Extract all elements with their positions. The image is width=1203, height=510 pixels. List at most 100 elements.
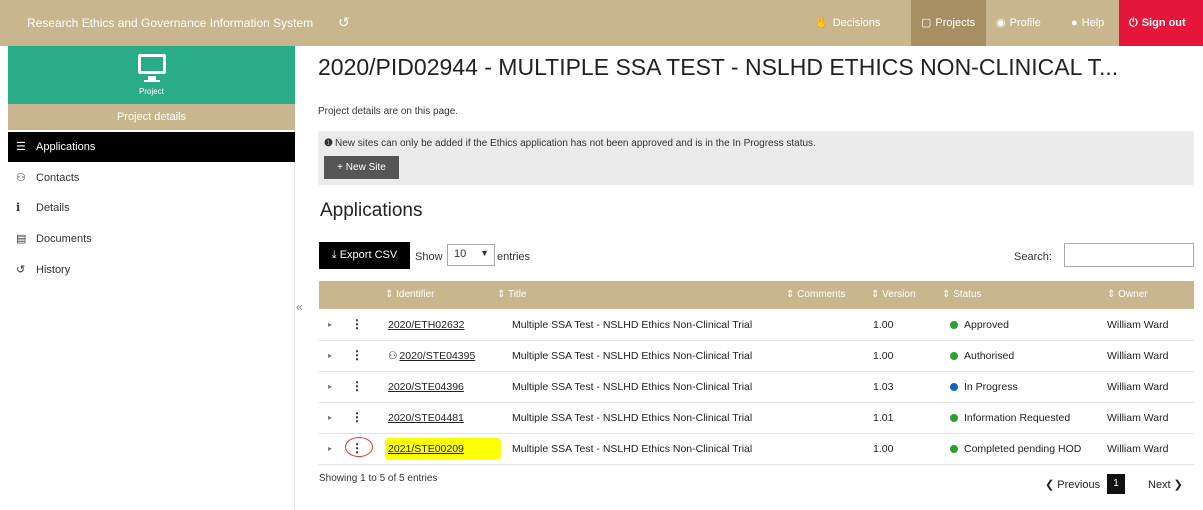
monitor-icon: ▢ bbox=[921, 17, 932, 29]
sidebar-item-details[interactable]: i Details bbox=[8, 193, 295, 223]
row-actions-icon[interactable]: ⋮ bbox=[351, 348, 363, 362]
app-title[interactable]: Research Ethics and Governance Informati… bbox=[27, 16, 313, 30]
row-title: Multiple SSA Test - NSLHD Ethics Non-Cli… bbox=[512, 381, 753, 393]
row-actions-icon[interactable]: ⋮ bbox=[351, 379, 363, 393]
sidebar-item-contacts[interactable]: ⚇ Contacts bbox=[8, 163, 295, 193]
row-status: Completed pending HOD bbox=[950, 443, 1081, 455]
sidebar-collapse-toggle[interactable]: « bbox=[296, 300, 303, 314]
column-title[interactable]: ⇕ Title bbox=[497, 289, 527, 300]
column-status[interactable]: ⇕ Status bbox=[942, 289, 982, 300]
row-version: 1.00 bbox=[873, 443, 894, 455]
project-details-header: Project details bbox=[8, 104, 295, 130]
row-owner: William Ward bbox=[1107, 412, 1169, 424]
users-icon: ⚇ bbox=[388, 350, 398, 362]
row-title: Multiple SSA Test - NSLHD Ethics Non-Cli… bbox=[512, 443, 753, 455]
row-title: Multiple SSA Test - NSLHD Ethics Non-Cli… bbox=[512, 350, 753, 362]
list-icon: ☰ bbox=[16, 141, 26, 153]
row-title: Multiple SSA Test - NSLHD Ethics Non-Cli… bbox=[512, 412, 753, 424]
sign-out-label: Sign out bbox=[1141, 17, 1186, 29]
row-version: 1.01 bbox=[873, 412, 894, 424]
notice-panel: ❶ New sites can only be added if the Ethi… bbox=[318, 131, 1194, 185]
entries-per-page-select[interactable]: 10 ▼ bbox=[447, 244, 495, 266]
history-icon[interactable]: ↺ bbox=[338, 14, 350, 31]
table-row: ▸ ⋮ 2020/STE04481 Multiple SSA Test - NS… bbox=[319, 403, 1194, 434]
row-status: Authorised bbox=[950, 350, 1014, 362]
hand-icon: ✋ bbox=[815, 17, 829, 29]
row-owner: William Ward bbox=[1107, 350, 1169, 362]
table-row: ▸ ⋮ 2020/ETH02632 Multiple SSA Test - NS… bbox=[319, 310, 1194, 341]
column-identifier[interactable]: ⇕ Identifier bbox=[385, 289, 435, 300]
search-input[interactable] bbox=[1064, 243, 1194, 267]
sidebar: Project Project details ☰ Applications ⚇ C… bbox=[8, 46, 295, 510]
row-actions-icon[interactable]: ⋮ bbox=[351, 441, 363, 455]
sidebar-item-label: Contacts bbox=[36, 172, 80, 184]
identifier-link[interactable]: 2021/STE00209 bbox=[388, 443, 464, 455]
column-comments[interactable]: ⇕ Comments bbox=[786, 289, 846, 300]
sidebar-item-documents[interactable]: ▤ Documents bbox=[8, 224, 295, 254]
status-dot-icon bbox=[950, 383, 958, 391]
row-version: 1.00 bbox=[873, 319, 894, 331]
expand-row-icon[interactable]: ▸ bbox=[328, 320, 332, 329]
sidebar-item-history[interactable]: ↺ History bbox=[8, 255, 295, 285]
nav-help[interactable]: ● Help bbox=[1061, 0, 1119, 46]
status-text: Approved bbox=[964, 319, 1009, 331]
info-icon: ❶ bbox=[324, 138, 333, 149]
chevron-down-icon: ▼ bbox=[480, 248, 489, 258]
info-icon: i bbox=[16, 201, 21, 214]
expand-row-icon[interactable]: ▸ bbox=[328, 351, 332, 360]
nav-projects[interactable]: ▢ Projects bbox=[911, 0, 986, 46]
monitor-icon bbox=[138, 54, 166, 74]
next-page-button[interactable]: Next ❯ bbox=[1148, 478, 1183, 491]
history-icon: ↺ bbox=[16, 264, 26, 276]
monitor-base bbox=[144, 80, 160, 82]
expand-row-icon[interactable]: ▸ bbox=[328, 413, 332, 422]
nav-profile-label: Profile bbox=[1009, 17, 1041, 29]
column-version[interactable]: ⇕ Version bbox=[871, 289, 916, 300]
help-icon: ● bbox=[1071, 17, 1078, 29]
row-title: Multiple SSA Test - NSLHD Ethics Non-Cli… bbox=[512, 319, 753, 331]
power-icon: ⏻ bbox=[1129, 17, 1138, 29]
row-owner: William Ward bbox=[1107, 319, 1169, 331]
table-info: Showing 1 to 5 of 5 entries bbox=[319, 473, 438, 484]
identifier-link[interactable]: 2020/ETH02632 bbox=[388, 319, 464, 331]
project-tile[interactable]: Project bbox=[8, 46, 295, 104]
entries-label: entries bbox=[497, 251, 531, 263]
search-label: Search: bbox=[1014, 251, 1052, 263]
expand-row-icon[interactable]: ▸ bbox=[328, 382, 332, 391]
table-row: ▸ ⋮ 2021/STE00209 Multiple SSA Test - NS… bbox=[319, 434, 1194, 465]
nav-decisions[interactable]: ✋ Decisions bbox=[805, 0, 911, 46]
status-text: Completed pending HOD bbox=[964, 443, 1082, 455]
page-1-button[interactable]: 1 bbox=[1107, 474, 1125, 494]
table-row: ▸ ⋮ 2020/STE04396 Multiple SSA Test - NS… bbox=[319, 372, 1194, 403]
document-icon: ▤ bbox=[16, 233, 27, 245]
row-actions-icon[interactable]: ⋮ bbox=[351, 317, 363, 331]
identifier-link[interactable]: 2020/STE04396 bbox=[388, 381, 464, 393]
status-text: In Progress bbox=[964, 381, 1018, 393]
status-dot-icon bbox=[950, 445, 958, 453]
column-owner[interactable]: ⇕ Owner bbox=[1107, 289, 1148, 300]
page-subtitle: Project details are on this page. bbox=[318, 106, 459, 117]
sidebar-item-label: History bbox=[36, 264, 71, 276]
status-dot-icon bbox=[950, 352, 958, 360]
new-site-button[interactable]: + New Site bbox=[324, 156, 399, 179]
export-csv-button[interactable]: ⤓ Export CSV bbox=[319, 242, 410, 269]
notice-message: New sites can only be added if the Ethic… bbox=[334, 138, 816, 149]
previous-page-button[interactable]: ❮ Previous bbox=[1045, 478, 1100, 491]
top-navigation-bar: Research Ethics and Governance Informati… bbox=[0, 0, 1203, 46]
row-status: Information Requested bbox=[950, 412, 1070, 424]
row-actions-icon[interactable]: ⋮ bbox=[351, 410, 363, 424]
nav-profile[interactable]: ◉ Profile bbox=[986, 0, 1061, 46]
expand-row-icon[interactable]: ▸ bbox=[328, 444, 332, 453]
table-header: ⇕ Identifier ⇕ Title ⇕ Comments ⇕ Versio… bbox=[319, 281, 1194, 309]
identifier-link[interactable]: 2020/STE04481 bbox=[388, 412, 464, 424]
sidebar-item-label: Details bbox=[36, 202, 70, 214]
row-identifier-cell: ⚇ 2020/STE04395 bbox=[388, 350, 475, 362]
applications-heading: Applications bbox=[320, 200, 423, 221]
page-title: 2020/PID02944 - MULTIPLE SSA TEST - NSLH… bbox=[318, 54, 1119, 80]
identifier-link[interactable]: 2020/STE04395 bbox=[399, 350, 475, 362]
nav-decisions-label: Decisions bbox=[832, 17, 881, 29]
status-text: Information Requested bbox=[964, 412, 1071, 424]
sign-out-button[interactable]: ⏻ Sign out bbox=[1119, 0, 1203, 46]
sidebar-item-applications[interactable]: ☰ Applications bbox=[8, 132, 295, 162]
row-status: In Progress bbox=[950, 381, 1018, 393]
